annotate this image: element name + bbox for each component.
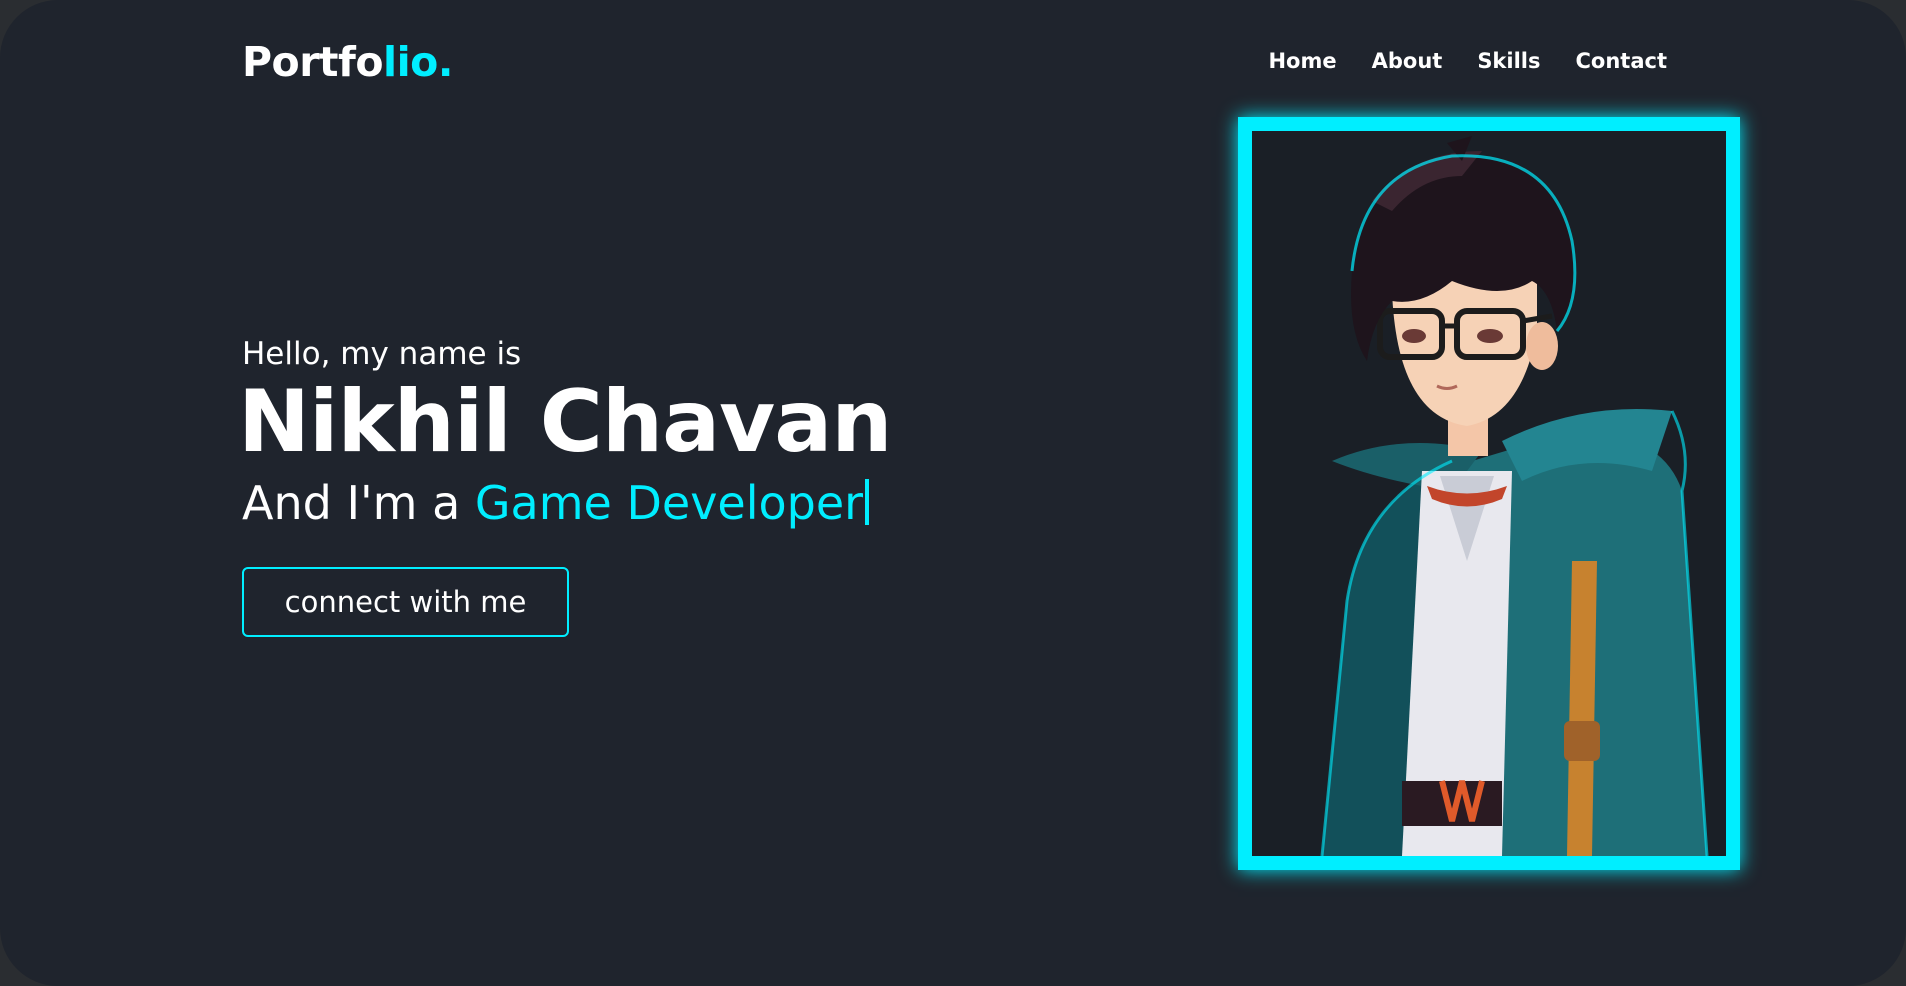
greeting-text: Hello, my name is <box>242 336 522 372</box>
logo-main: Portfo <box>242 38 384 86</box>
portfolio-page: Portfolio. Home About Skills Contact Hel… <box>0 0 1906 986</box>
nav-home[interactable]: Home <box>1268 49 1336 74</box>
role-typed-text: Game Developer <box>474 475 864 530</box>
avatar-illustration <box>1252 131 1726 856</box>
main-nav: Home About Skills Contact <box>1268 49 1667 74</box>
typing-cursor <box>865 478 870 525</box>
role-line: And I'm a Game Developer <box>242 476 891 531</box>
nav-about[interactable]: About <box>1372 49 1443 74</box>
logo[interactable]: Portfolio. <box>242 38 453 87</box>
logo-accent: lio. <box>383 38 453 86</box>
hero-name: Nikhil Chavan <box>238 372 892 473</box>
hero-section: Hello, my name is Nikhil Chavan And I'm … <box>238 336 892 637</box>
profile-image-frame <box>1238 117 1740 870</box>
role-prefix: And I'm a <box>242 475 461 530</box>
connect-button[interactable]: connect with me <box>242 566 569 637</box>
nav-skills[interactable]: Skills <box>1477 49 1540 74</box>
nav-contact[interactable]: Contact <box>1576 49 1668 74</box>
